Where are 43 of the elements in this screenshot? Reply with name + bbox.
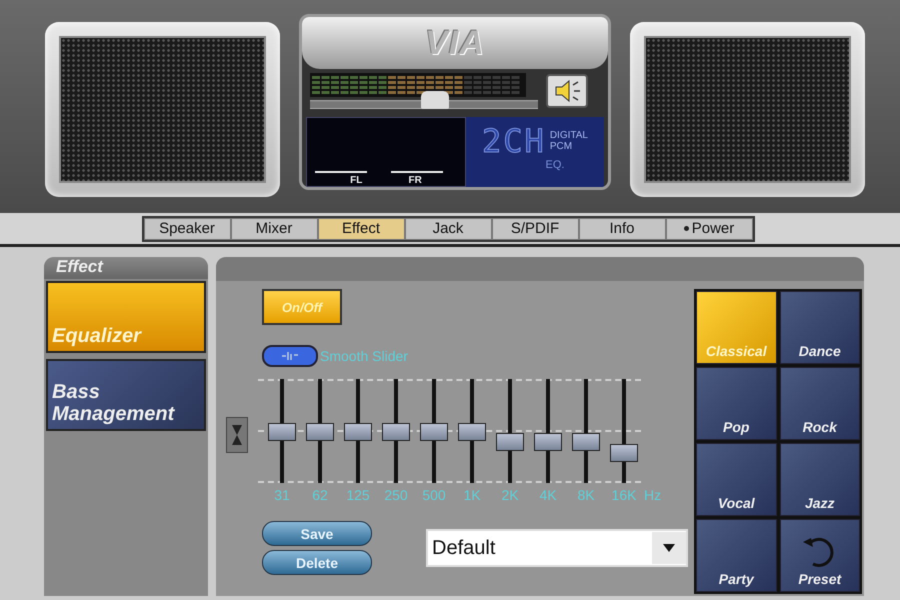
frequency-label: 31	[274, 487, 290, 503]
frequency-label: 62	[312, 487, 328, 503]
frequency-label: 16K	[612, 487, 636, 503]
genre-preset-tile[interactable]: Party	[696, 519, 776, 592]
channel-mode-readout: 2CH	[482, 125, 546, 157]
format-label: PCM	[550, 141, 574, 152]
dropdown-caret-icon	[663, 544, 675, 552]
preset-dropdown[interactable]: Default	[426, 529, 688, 567]
tab[interactable]: Effect	[318, 218, 404, 240]
frequency-label: 500	[422, 487, 446, 503]
genre-preset-tile[interactable]: Preset	[780, 519, 860, 592]
genre-preset-tile[interactable]: Vocal	[696, 443, 776, 516]
tab[interactable]: Jack	[404, 218, 492, 240]
tab[interactable]: Speaker	[144, 218, 230, 240]
genre-preset-tile[interactable]: Rock	[780, 367, 860, 440]
genre-preset-tile[interactable]: Pop	[696, 367, 776, 440]
frequency-label: 8K	[577, 487, 595, 503]
format-label: DIGITAL	[550, 130, 588, 141]
frequency-label: 250	[384, 487, 408, 503]
sidebar-item[interactable]: Bass Management	[46, 359, 206, 431]
frequency-label: 1K	[463, 487, 481, 503]
smooth-slider-toggle[interactable]	[262, 345, 318, 367]
hourglass-icon[interactable]	[226, 417, 248, 453]
slider-lines-icon	[280, 350, 300, 362]
tab[interactable]: Info	[578, 218, 666, 240]
logo: VIA	[425, 24, 485, 62]
frequency-label: 2K	[501, 487, 519, 503]
channel-label: FL	[350, 175, 362, 186]
sidebar-title: Effect	[44, 257, 208, 279]
tab[interactable]: S/PDIF	[492, 218, 578, 240]
genre-preset-tile[interactable]: Jazz	[780, 443, 860, 516]
eq-label: EQ.	[546, 159, 564, 171]
power-dot-icon	[684, 226, 689, 231]
frequency-label: 4K	[539, 487, 557, 503]
frequency-label: 125	[346, 487, 370, 503]
unit-label: Hz	[644, 487, 662, 503]
tab[interactable]: Power	[666, 218, 752, 240]
volume-slider[interactable]	[310, 91, 538, 109]
smooth-slider-label: Smooth Slider	[320, 348, 408, 364]
genre-preset-tile[interactable]: Dance	[780, 291, 860, 364]
tab[interactable]: Mixer	[230, 218, 318, 240]
channel-label: FR	[408, 175, 422, 186]
speaker-icon[interactable]	[546, 74, 588, 108]
